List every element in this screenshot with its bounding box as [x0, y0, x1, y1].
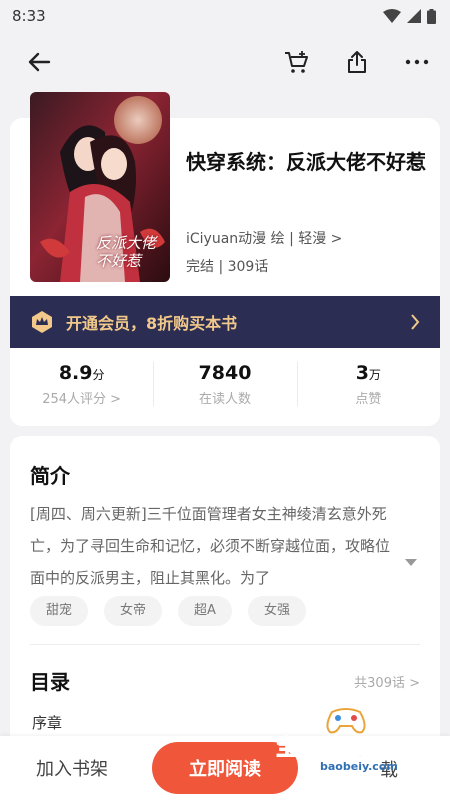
tag-list: 甜宠 女帝 超A 女强 — [30, 596, 306, 626]
share-button[interactable] — [342, 47, 372, 77]
signal-icon — [407, 9, 421, 23]
tag[interactable]: 女帝 — [104, 596, 163, 626]
cart-button[interactable] — [282, 47, 312, 77]
cart-icon — [285, 51, 308, 73]
status-time: 8:33 — [12, 7, 46, 25]
tag[interactable]: 女强 — [247, 596, 306, 626]
vip-banner[interactable]: 开通会员，8折购买本书 — [10, 296, 440, 348]
share-icon — [348, 51, 366, 73]
book-status: 完结 | 309话 — [186, 259, 269, 275]
stat-value: 3万 — [355, 362, 381, 384]
stat-label: 在读人数 — [198, 392, 251, 407]
chevron-right-icon — [411, 314, 420, 330]
expand-caret-icon[interactable] — [404, 558, 418, 567]
nav-bar — [0, 40, 450, 84]
stat-label: 254人评分 > — [42, 392, 122, 407]
more-dots-icon — [405, 59, 429, 65]
crown-badge-icon — [32, 311, 52, 333]
stat-value: 8.9分 — [58, 362, 105, 384]
watermark-text: 宝贝游戏网 — [275, 736, 387, 762]
chapter-item[interactable]: 序章 — [32, 712, 62, 733]
watermark-url: baobeiy.com — [320, 760, 398, 773]
tag[interactable]: 超A — [178, 596, 232, 626]
stat-value: 7840 — [198, 362, 252, 384]
stat-label: 点赞 — [355, 392, 382, 407]
more-button[interactable] — [402, 47, 432, 77]
book-cover[interactable]: 反派大佬不好惹 — [30, 92, 170, 282]
stat-rating[interactable]: 8.9分 254人评分 > — [10, 352, 153, 422]
battery-icon — [427, 8, 436, 24]
vip-label: 开通会员，8折购买本书 — [66, 314, 238, 333]
book-author[interactable]: iCiyuan动漫 绘 | 轻漫 > — [186, 228, 342, 248]
wifi-icon — [383, 9, 401, 23]
status-bar: 8:33 — [0, 0, 450, 32]
divider — [30, 644, 420, 645]
arrow-left-icon — [28, 52, 51, 72]
intro-text[interactable]: [周四、周六更新]三千位面管理者女主神绫清玄意外死亡，为了寻回生命和记忆，必须不… — [30, 498, 402, 594]
toc-count-link[interactable]: 共309话 > — [354, 672, 420, 691]
intro-title: 简介 — [30, 464, 70, 488]
book-title: 快穿系统：反派大佬不好惹 — [186, 150, 426, 174]
add-to-shelf-button[interactable]: 加入书架 — [36, 755, 108, 781]
cover-title-logo: 反派大佬不好惹 — [96, 234, 157, 270]
stats-row: 8.9分 254人评分 > 7840 在读人数 3万 点赞 — [10, 352, 440, 422]
tag[interactable]: 甜宠 — [30, 596, 89, 626]
status-icons — [383, 8, 436, 24]
stat-readers: 7840 在读人数 — [153, 352, 296, 422]
toc-title: 目录 — [30, 670, 70, 694]
stat-likes[interactable]: 3万 点赞 — [296, 352, 440, 422]
back-button[interactable] — [24, 47, 54, 77]
watermark-logo: 宝贝游戏网 baobeiy.com — [270, 706, 430, 776]
